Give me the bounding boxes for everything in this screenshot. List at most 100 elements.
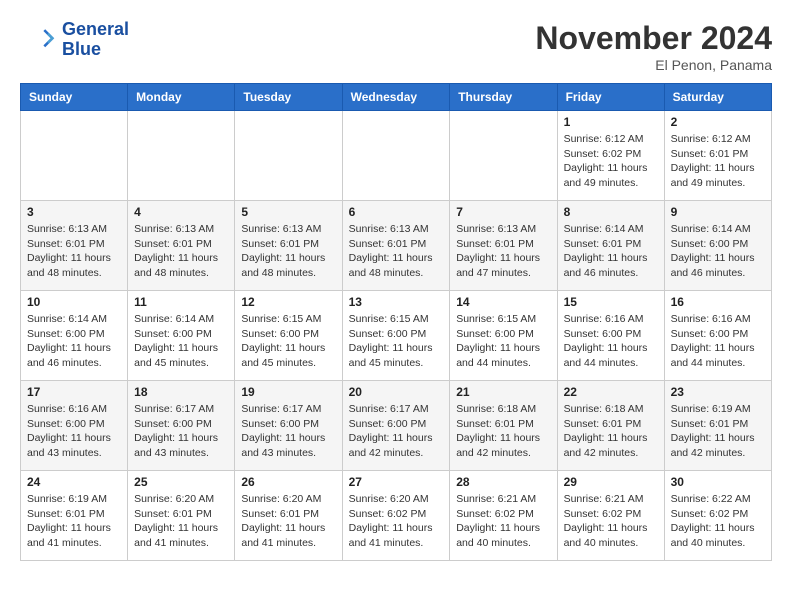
calendar-table: SundayMondayTuesdayWednesdayThursdayFrid… bbox=[20, 83, 772, 561]
logo: General Blue bbox=[20, 20, 129, 60]
day-number: 19 bbox=[241, 385, 335, 399]
day-info: Sunrise: 6:17 AM Sunset: 6:00 PM Dayligh… bbox=[241, 402, 335, 461]
title-block: November 2024 El Penon, Panama bbox=[535, 20, 772, 73]
calendar-cell: 13 Sunrise: 6:15 AM Sunset: 6:00 PM Dayli… bbox=[342, 291, 450, 381]
day-info: Sunrise: 6:13 AM Sunset: 6:01 PM Dayligh… bbox=[134, 222, 228, 281]
day-info: Sunrise: 6:16 AM Sunset: 6:00 PM Dayligh… bbox=[27, 402, 121, 461]
day-number: 28 bbox=[456, 475, 550, 489]
calendar-cell: 17 Sunrise: 6:16 AM Sunset: 6:00 PM Dayli… bbox=[21, 381, 128, 471]
day-info: Sunrise: 6:13 AM Sunset: 6:01 PM Dayligh… bbox=[456, 222, 550, 281]
calendar-cell: 19 Sunrise: 6:17 AM Sunset: 6:00 PM Dayli… bbox=[235, 381, 342, 471]
day-info: Sunrise: 6:15 AM Sunset: 6:00 PM Dayligh… bbox=[241, 312, 335, 371]
calendar-cell: 27 Sunrise: 6:20 AM Sunset: 6:02 PM Dayli… bbox=[342, 471, 450, 561]
calendar-week-3: 10 Sunrise: 6:14 AM Sunset: 6:00 PM Dayli… bbox=[21, 291, 772, 381]
calendar-cell: 9 Sunrise: 6:14 AM Sunset: 6:00 PM Daylig… bbox=[664, 201, 771, 291]
day-number: 15 bbox=[564, 295, 658, 309]
calendar-cell: 21 Sunrise: 6:18 AM Sunset: 6:01 PM Dayli… bbox=[450, 381, 557, 471]
calendar-cell: 20 Sunrise: 6:17 AM Sunset: 6:00 PM Dayli… bbox=[342, 381, 450, 471]
weekday-header-thursday: Thursday bbox=[450, 84, 557, 111]
calendar-week-2: 3 Sunrise: 6:13 AM Sunset: 6:01 PM Daylig… bbox=[21, 201, 772, 291]
day-number: 30 bbox=[671, 475, 765, 489]
calendar-week-1: 1 Sunrise: 6:12 AM Sunset: 6:02 PM Daylig… bbox=[21, 111, 772, 201]
day-info: Sunrise: 6:14 AM Sunset: 6:00 PM Dayligh… bbox=[671, 222, 765, 281]
day-info: Sunrise: 6:18 AM Sunset: 6:01 PM Dayligh… bbox=[456, 402, 550, 461]
day-info: Sunrise: 6:20 AM Sunset: 6:02 PM Dayligh… bbox=[349, 492, 444, 551]
day-number: 24 bbox=[27, 475, 121, 489]
day-info: Sunrise: 6:14 AM Sunset: 6:00 PM Dayligh… bbox=[27, 312, 121, 371]
calendar-cell: 4 Sunrise: 6:13 AM Sunset: 6:01 PM Daylig… bbox=[128, 201, 235, 291]
day-number: 2 bbox=[671, 115, 765, 129]
day-number: 20 bbox=[349, 385, 444, 399]
day-info: Sunrise: 6:13 AM Sunset: 6:01 PM Dayligh… bbox=[349, 222, 444, 281]
day-number: 12 bbox=[241, 295, 335, 309]
day-info: Sunrise: 6:16 AM Sunset: 6:00 PM Dayligh… bbox=[671, 312, 765, 371]
day-number: 9 bbox=[671, 205, 765, 219]
weekday-header-tuesday: Tuesday bbox=[235, 84, 342, 111]
day-info: Sunrise: 6:17 AM Sunset: 6:00 PM Dayligh… bbox=[349, 402, 444, 461]
calendar-cell: 3 Sunrise: 6:13 AM Sunset: 6:01 PM Daylig… bbox=[21, 201, 128, 291]
day-number: 23 bbox=[671, 385, 765, 399]
calendar-cell: 22 Sunrise: 6:18 AM Sunset: 6:01 PM Dayli… bbox=[557, 381, 664, 471]
logo-icon bbox=[20, 22, 56, 58]
location: El Penon, Panama bbox=[535, 57, 772, 73]
day-number: 3 bbox=[27, 205, 121, 219]
weekday-header-wednesday: Wednesday bbox=[342, 84, 450, 111]
calendar-cell: 16 Sunrise: 6:16 AM Sunset: 6:00 PM Dayli… bbox=[664, 291, 771, 381]
day-info: Sunrise: 6:17 AM Sunset: 6:00 PM Dayligh… bbox=[134, 402, 228, 461]
day-info: Sunrise: 6:19 AM Sunset: 6:01 PM Dayligh… bbox=[27, 492, 121, 551]
day-info: Sunrise: 6:19 AM Sunset: 6:01 PM Dayligh… bbox=[671, 402, 765, 461]
calendar-cell: 18 Sunrise: 6:17 AM Sunset: 6:00 PM Dayli… bbox=[128, 381, 235, 471]
calendar-cell bbox=[21, 111, 128, 201]
calendar-week-5: 24 Sunrise: 6:19 AM Sunset: 6:01 PM Dayli… bbox=[21, 471, 772, 561]
month-title: November 2024 bbox=[535, 20, 772, 57]
page-header: General Blue November 2024 El Penon, Pan… bbox=[20, 20, 772, 73]
day-info: Sunrise: 6:15 AM Sunset: 6:00 PM Dayligh… bbox=[456, 312, 550, 371]
calendar-cell: 25Sunrise: 6:20 AM Sunset: 6:01 PM Dayli… bbox=[128, 471, 235, 561]
logo-line2: Blue bbox=[62, 39, 101, 59]
weekday-header-friday: Friday bbox=[557, 84, 664, 111]
day-number: 4 bbox=[134, 205, 228, 219]
weekday-header-monday: Monday bbox=[128, 84, 235, 111]
calendar-cell: 7 Sunrise: 6:13 AM Sunset: 6:01 PM Daylig… bbox=[450, 201, 557, 291]
logo-line1: General bbox=[62, 19, 129, 39]
day-number: 27 bbox=[349, 475, 444, 489]
day-number: 8 bbox=[564, 205, 658, 219]
day-number: 16 bbox=[671, 295, 765, 309]
day-info: Sunrise: 6:22 AM Sunset: 6:02 PM Dayligh… bbox=[671, 492, 765, 551]
calendar-cell: 6 Sunrise: 6:13 AM Sunset: 6:01 PM Daylig… bbox=[342, 201, 450, 291]
day-info: Sunrise: 6:15 AM Sunset: 6:00 PM Dayligh… bbox=[349, 312, 444, 371]
calendar-cell: 11Sunrise: 6:14 AM Sunset: 6:00 PM Dayli… bbox=[128, 291, 235, 381]
day-info: Sunrise: 6:20 AM Sunset: 6:01 PM Dayligh… bbox=[241, 492, 335, 551]
day-number: 7 bbox=[456, 205, 550, 219]
day-number: 21 bbox=[456, 385, 550, 399]
day-number: 29 bbox=[564, 475, 658, 489]
day-number: 18 bbox=[134, 385, 228, 399]
day-number: 25 bbox=[134, 475, 228, 489]
day-number: 5 bbox=[241, 205, 335, 219]
day-info: Sunrise: 6:14 AM Sunset: 6:01 PM Dayligh… bbox=[564, 222, 658, 281]
day-info: Sunrise: 6:21 AM Sunset: 6:02 PM Dayligh… bbox=[564, 492, 658, 551]
weekday-header-saturday: Saturday bbox=[664, 84, 771, 111]
day-info: Sunrise: 6:18 AM Sunset: 6:01 PM Dayligh… bbox=[564, 402, 658, 461]
day-number: 13 bbox=[349, 295, 444, 309]
calendar-cell: 23 Sunrise: 6:19 AM Sunset: 6:01 PM Dayli… bbox=[664, 381, 771, 471]
calendar-cell: 26 Sunrise: 6:20 AM Sunset: 6:01 PM Dayli… bbox=[235, 471, 342, 561]
day-number: 17 bbox=[27, 385, 121, 399]
day-number: 1 bbox=[564, 115, 658, 129]
day-number: 10 bbox=[27, 295, 121, 309]
calendar-cell: 29 Sunrise: 6:21 AM Sunset: 6:02 PM Dayli… bbox=[557, 471, 664, 561]
day-number: 22 bbox=[564, 385, 658, 399]
day-info: Sunrise: 6:14 AM Sunset: 6:00 PM Dayligh… bbox=[134, 312, 228, 371]
day-number: 6 bbox=[349, 205, 444, 219]
calendar-week-4: 17 Sunrise: 6:16 AM Sunset: 6:00 PM Dayli… bbox=[21, 381, 772, 471]
day-info: Sunrise: 6:13 AM Sunset: 6:01 PM Dayligh… bbox=[27, 222, 121, 281]
calendar-cell: 14Sunrise: 6:15 AM Sunset: 6:00 PM Dayli… bbox=[450, 291, 557, 381]
day-info: Sunrise: 6:12 AM Sunset: 6:02 PM Dayligh… bbox=[564, 132, 658, 191]
day-number: 26 bbox=[241, 475, 335, 489]
calendar-cell: 2Sunrise: 6:12 AM Sunset: 6:01 PM Daylig… bbox=[664, 111, 771, 201]
calendar-cell: 8 Sunrise: 6:14 AM Sunset: 6:01 PM Daylig… bbox=[557, 201, 664, 291]
day-info: Sunrise: 6:21 AM Sunset: 6:02 PM Dayligh… bbox=[456, 492, 550, 551]
calendar-cell: 5Sunrise: 6:13 AM Sunset: 6:01 PM Daylig… bbox=[235, 201, 342, 291]
logo-text: General Blue bbox=[62, 20, 129, 60]
calendar-cell: 10 Sunrise: 6:14 AM Sunset: 6:00 PM Dayli… bbox=[21, 291, 128, 381]
